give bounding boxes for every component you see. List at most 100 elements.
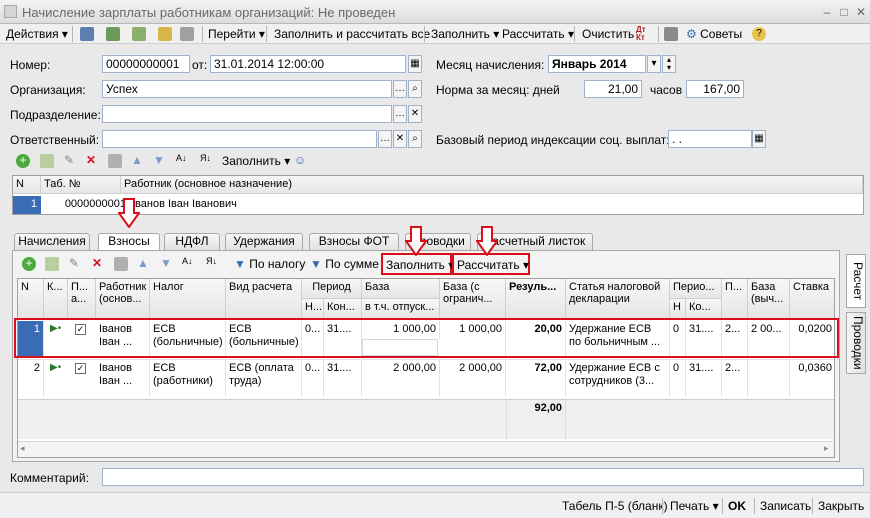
resp-field[interactable] <box>102 130 377 148</box>
edit-icon[interactable] <box>158 27 172 41</box>
move-down-icon[interactable]: ▼ <box>153 153 165 167</box>
actions-menu[interactable]: Действия ▾ <box>6 27 68 41</box>
by-tax-button[interactable]: ▼ По налогу <box>234 257 305 271</box>
org-label: Организация: <box>10 83 86 97</box>
inner-copy-icon[interactable] <box>45 257 59 271</box>
resp-clear-icon[interactable]: ✕ <box>393 130 407 148</box>
fill-menu[interactable]: Заполнить ▾ <box>431 27 499 41</box>
emp-row-worker[interactable]: Іванов Іван Іванович <box>129 196 529 214</box>
scroll-right-icon[interactable]: ▸ <box>824 443 829 454</box>
inner-edit-icon[interactable]: ✎ <box>69 256 79 270</box>
tab-fot[interactable]: Взносы ФОТ <box>309 233 399 250</box>
active-checkbox[interactable]: ✓ <box>75 363 86 374</box>
close-button[interactable]: Закрыть <box>818 499 864 513</box>
org-field[interactable]: Успех <box>102 80 392 98</box>
row-n: 2 <box>18 360 44 396</box>
help-icon[interactable]: ? <box>752 27 766 41</box>
scroll-left-icon[interactable]: ◂ <box>20 443 25 454</box>
sort-desc-icon[interactable]: Я↓ <box>200 153 211 163</box>
number-field[interactable]: 00000000001 <box>102 55 190 73</box>
org-select-icon[interactable]: … <box>393 80 407 98</box>
tab-contributions[interactable]: Взносы <box>98 233 160 251</box>
post-icon[interactable] <box>80 27 94 41</box>
main-toolbar: Действия ▾ Перейти ▾ Заполнить и рассчит… <box>0 24 870 44</box>
norm-label: Норма за месяц: дней <box>436 83 560 97</box>
copy-icon[interactable] <box>132 27 146 41</box>
refresh-icon[interactable] <box>106 27 120 41</box>
table-row[interactable]: 2 ▶• ✓ Іванов Іван ... ЕСВ (работники) Е… <box>18 359 834 396</box>
emp-row-n[interactable]: 1 <box>13 196 41 214</box>
doc-icon <box>4 5 17 18</box>
tab-pit[interactable]: НДФЛ <box>164 233 220 250</box>
comment-field[interactable] <box>102 468 864 486</box>
dept-clear-icon[interactable]: ✕ <box>408 105 422 123</box>
horizontal-scrollbar[interactable]: ◂ ▸ <box>18 441 834 457</box>
inner-fill-menu[interactable]: Заполнить ▾ <box>386 258 454 272</box>
clear-button[interactable]: Очистить <box>582 27 634 41</box>
goto-menu[interactable]: Перейти ▾ <box>208 27 265 41</box>
tab-deductions[interactable]: Удержания <box>225 233 303 250</box>
fill-calc-all-button[interactable]: Заполнить и рассчитать все <box>274 27 430 41</box>
h-period-n: Н... <box>302 299 324 319</box>
dept-select-icon[interactable]: … <box>393 105 407 123</box>
inner-move-up-icon[interactable]: ▲ <box>137 256 149 270</box>
copy-row-icon[interactable] <box>40 154 54 168</box>
close-icon[interactable]: ✕ <box>854 5 868 19</box>
row-tax: ЕСВ (работники) <box>150 360 226 396</box>
side-tab-calc[interactable]: Расчет <box>846 254 866 308</box>
structure-icon[interactable] <box>180 27 194 41</box>
inner-sort-desc-icon[interactable]: Я↓ <box>206 256 217 266</box>
form-print-button[interactable]: Табель П-5 (бланк) <box>562 499 668 513</box>
resp-search-icon[interactable]: ⌕ <box>408 130 422 148</box>
resp-select-icon[interactable]: … <box>378 130 392 148</box>
add-icon[interactable]: + <box>16 154 30 168</box>
delete-icon[interactable]: ✕ <box>86 153 96 167</box>
hours-field[interactable]: 167,00 <box>686 80 744 98</box>
tab-accruals[interactable]: Начисления <box>14 233 90 250</box>
sort-asc-icon[interactable]: A↓ <box>176 153 187 163</box>
month-field[interactable]: Январь 2014 <box>548 55 646 73</box>
side-tab-posting[interactable]: Проводки <box>846 312 866 374</box>
save-button[interactable]: Записать <box>760 499 811 513</box>
ok-button[interactable]: OK <box>728 499 746 513</box>
row-worker: Іванов Іван ... <box>96 360 150 396</box>
h-k: К... <box>44 279 68 319</box>
emp-fill-menu[interactable]: Заполнить ▾ <box>222 154 290 168</box>
inner-end-edit-icon[interactable] <box>114 257 128 271</box>
status-icon: ▶• <box>50 362 62 373</box>
h-base: База <box>362 279 440 299</box>
calc-menu[interactable]: Рассчитать ▾ <box>502 27 574 41</box>
h-rate: Ставка <box>790 279 834 319</box>
list-icon[interactable] <box>664 27 678 41</box>
inner-calc-menu[interactable]: Рассчитать ▾ <box>457 258 529 272</box>
resp-label: Ответственный: <box>10 133 100 147</box>
minimize-icon[interactable]: – <box>820 5 834 19</box>
month-spinner-icon[interactable]: ▴ ▾ <box>662 55 676 73</box>
inner-add-icon[interactable]: + <box>22 257 36 271</box>
base-period-field[interactable]: . . <box>668 130 752 148</box>
move-up-icon[interactable]: ▲ <box>131 153 143 167</box>
emp-row-tab[interactable]: 0000000001 <box>41 196 129 214</box>
org-search-icon[interactable]: ⌕ <box>408 80 422 98</box>
dept-field[interactable] <box>102 105 392 123</box>
advice-button[interactable]: ⚙ Советы <box>686 27 742 41</box>
h-base2: База (выч... <box>748 279 790 319</box>
dtkt-icon[interactable]: Дт Кт <box>636 26 654 42</box>
base-calendar-icon[interactable]: ▦ <box>752 130 766 148</box>
date-field[interactable]: 31.01.2014 12:00:00 <box>210 55 406 73</box>
calendar-icon[interactable]: ▦ <box>408 55 422 73</box>
person-icon[interactable]: ☺ <box>294 153 306 167</box>
total-result: 92,00 <box>506 400 566 440</box>
maximize-icon[interactable]: □ <box>837 5 851 19</box>
print-menu[interactable]: Печать ▾ <box>670 499 719 513</box>
inner-sort-asc-icon[interactable]: A↓ <box>182 256 193 266</box>
end-edit-icon[interactable] <box>108 154 122 168</box>
h-article: Статья налоговой декларации <box>566 279 670 319</box>
edit-row-icon[interactable]: ✎ <box>64 153 74 167</box>
inner-delete-icon[interactable]: ✕ <box>92 256 102 270</box>
by-sum-button[interactable]: ▼ По сумме <box>310 257 379 271</box>
bottom-bar: Табель П-5 (бланк) Печать ▾ OK Записать … <box>0 492 870 518</box>
month-dropdown-icon[interactable]: ▾ <box>647 55 661 73</box>
inner-move-down-icon[interactable]: ▼ <box>160 256 172 270</box>
days-field[interactable]: 21,00 <box>584 80 642 98</box>
